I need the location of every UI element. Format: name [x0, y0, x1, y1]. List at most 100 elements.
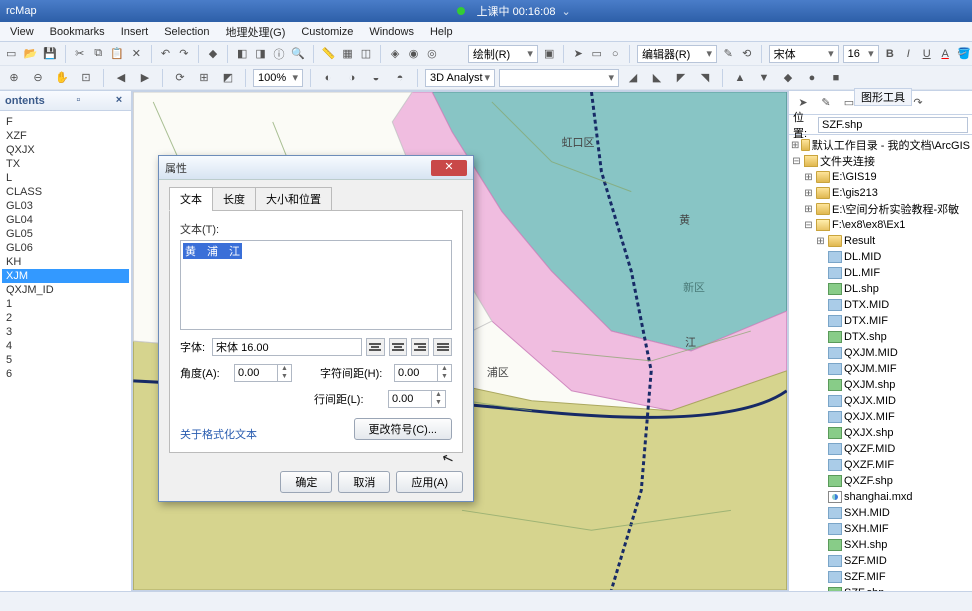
tree-node[interactable]: SXH.shp [791, 537, 970, 553]
tree-node[interactable]: DTX.shp [791, 329, 970, 345]
font-name-dropdown[interactable]: 宋体▾ [769, 45, 839, 63]
tool-f[interactable]: ⟳ [170, 68, 190, 88]
menu-bookmarks[interactable]: Bookmarks [42, 24, 113, 40]
ok-button[interactable]: 确定 [280, 471, 332, 493]
select-elements-button[interactable]: ▣ [542, 44, 556, 64]
tree-node[interactable]: QXJX.MIF [791, 409, 970, 425]
tree-node[interactable]: DL.MIF [791, 265, 970, 281]
toc-item[interactable]: GL05 [2, 227, 129, 241]
delete-button[interactable]: ✕ [129, 44, 143, 64]
tree-node[interactable]: QXJX.shp [791, 425, 970, 441]
toc-item[interactable]: GL03 [2, 199, 129, 213]
tree-node[interactable]: ⊞E:\空间分析实验教程-邓敏 [791, 201, 970, 217]
tool-b[interactable]: ◨ [253, 44, 267, 64]
angle-spinner[interactable]: ▲▼ [234, 364, 292, 382]
tab-size-position[interactable]: 大小和位置 [255, 187, 332, 211]
tool-a[interactable]: ◧ [235, 44, 249, 64]
next-extent-button[interactable]: ▶ [135, 68, 155, 88]
circle-button[interactable]: ○ [608, 44, 622, 64]
close-icon[interactable]: × [112, 94, 126, 108]
format-text-link[interactable]: 关于格式化文本 [180, 426, 257, 442]
analyst-dropdown[interactable]: 3D Analyst▾ [425, 69, 495, 87]
tree-node[interactable]: QXZF.shp [791, 473, 970, 489]
text-textarea[interactable]: 黄 浦 江 [180, 240, 452, 330]
tree-node[interactable]: SZF.MID [791, 553, 970, 569]
undo-button[interactable]: ↶ [158, 44, 172, 64]
align-left-button[interactable] [366, 338, 384, 356]
toc-item[interactable]: 6 [2, 367, 129, 381]
rect-button[interactable]: ▭ [589, 44, 603, 64]
tree-node[interactable]: QXZF.MIF [791, 457, 970, 473]
toc-list[interactable]: FXZFQXJXTXLCLASSGL03GL04GL05GL06KHXJMQXJ… [0, 111, 131, 591]
loc-input[interactable] [818, 117, 968, 133]
save-button[interactable]: 💾 [42, 44, 58, 64]
align-justify-button[interactable] [433, 338, 451, 356]
analyst-d[interactable]: ◥ [695, 68, 715, 88]
edit-tool-a[interactable]: ✎ [721, 44, 735, 64]
toc-item[interactable]: QXJM_ID [2, 283, 129, 297]
toc-item[interactable]: XJM [2, 269, 129, 283]
tool-c[interactable]: ◈ [388, 44, 402, 64]
tree-node[interactable]: QXJM.MID [791, 345, 970, 361]
pin-icon[interactable]: ▫ [71, 94, 85, 108]
tree-node[interactable]: SXH.MID [791, 505, 970, 521]
line-spacing-spinner[interactable]: ▲▼ [388, 390, 446, 408]
analyst-f[interactable]: ▼ [754, 68, 774, 88]
tree-node[interactable]: QXJM.MIF [791, 361, 970, 377]
cat-edit[interactable]: ✎ [816, 93, 836, 113]
tab-length[interactable]: 长度 [212, 187, 256, 211]
tree-node[interactable]: SXH.MIF [791, 521, 970, 537]
menu-geoprocessing[interactable]: 地理处理(G) [217, 22, 293, 42]
tool-j[interactable]: ◑ [342, 68, 362, 88]
analyst-a[interactable]: ◢ [623, 68, 643, 88]
toc-item[interactable]: 4 [2, 339, 129, 353]
chevron-down-icon[interactable]: ⌄ [561, 5, 570, 18]
tree-node[interactable]: ⊟F:\ex8\ex8\Ex1 [791, 217, 970, 233]
editor-dropdown[interactable]: 编辑器(R)▾ [637, 45, 717, 63]
tool-g[interactable]: ⊞ [194, 68, 214, 88]
toc-item[interactable]: F [2, 115, 129, 129]
tree-node[interactable]: ⊞Result [791, 233, 970, 249]
identify-button[interactable]: ⓘ [272, 44, 286, 64]
tool-i[interactable]: ◐ [318, 68, 338, 88]
paste-button[interactable]: 📋 [109, 44, 125, 64]
menu-insert[interactable]: Insert [113, 24, 157, 40]
pointer-button[interactable]: ➤ [571, 44, 585, 64]
tool-h[interactable]: ◩ [218, 68, 238, 88]
select-features-button[interactable]: ▦ [340, 44, 354, 64]
tree-node[interactable]: DTX.MID [791, 297, 970, 313]
tree-node[interactable]: shanghai.mxd [791, 489, 970, 505]
tree-node[interactable]: ⊞E:\gis213 [791, 185, 970, 201]
redo-button[interactable]: ↷ [177, 44, 191, 64]
align-center-button[interactable] [389, 338, 407, 356]
toc-item[interactable]: 1 [2, 297, 129, 311]
toc-item[interactable]: L [2, 171, 129, 185]
tree-node[interactable]: QXZF.MID [791, 441, 970, 457]
tool-l[interactable]: ◓ [390, 68, 410, 88]
underline-button[interactable]: U [919, 44, 933, 64]
dialog-close-button[interactable]: ✕ [431, 160, 467, 176]
menu-help[interactable]: Help [422, 24, 461, 40]
zoom-level-dropdown[interactable]: 100%▾ [253, 69, 303, 87]
tree-node[interactable]: ⊞默认工作目录 - 我的文档\ArcGIS [791, 137, 970, 153]
edit-tool-b[interactable]: ⟲ [739, 44, 753, 64]
clear-selection-button[interactable]: ◫ [359, 44, 373, 64]
menu-selection[interactable]: Selection [156, 24, 217, 40]
tab-text[interactable]: 文本 [169, 187, 213, 211]
analyst-b[interactable]: ◣ [647, 68, 667, 88]
char-spacing-spinner[interactable]: ▲▼ [394, 364, 452, 382]
tree-node[interactable]: DL.MID [791, 249, 970, 265]
toc-item[interactable]: GL04 [2, 213, 129, 227]
menu-windows[interactable]: Windows [361, 24, 422, 40]
draw-dropdown[interactable]: 绘制(R)▾ [468, 45, 538, 63]
prev-extent-button[interactable]: ◀ [111, 68, 131, 88]
analyst-layer-dropdown[interactable]: ▾ [499, 69, 619, 87]
cut-button[interactable]: ✂ [73, 44, 87, 64]
font-size-dropdown[interactable]: 16▾ [843, 45, 879, 63]
tree-node[interactable]: QXJX.MID [791, 393, 970, 409]
analyst-c[interactable]: ◤ [671, 68, 691, 88]
toc-item[interactable]: 5 [2, 353, 129, 367]
tool-k[interactable]: ◒ [366, 68, 386, 88]
analyst-i[interactable]: ■ [826, 68, 846, 88]
font-field[interactable] [212, 338, 362, 356]
